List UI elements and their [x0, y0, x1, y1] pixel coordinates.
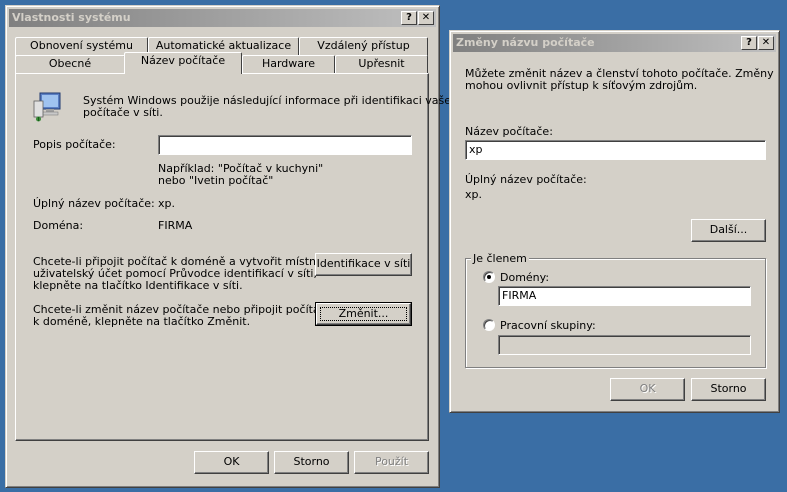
description-input[interactable] — [158, 135, 412, 155]
member-of-group: Je členem Domény: FIRMA Pracovní skupiny… — [465, 252, 766, 368]
system-properties-dialog: Vlastnosti systému ? ✕ Obnovení systému … — [5, 5, 465, 488]
computer-network-icon — [31, 89, 65, 123]
full-name-value: xp. — [158, 197, 175, 210]
domain-radio-label[interactable]: Domény: — [500, 271, 549, 284]
tab-advanced[interactable]: Upřesnit — [335, 55, 428, 74]
tab-hardware[interactable]: Hardware — [242, 55, 335, 74]
apply-button-label: Použít — [374, 455, 409, 468]
close-button[interactable]: ✕ — [758, 36, 774, 50]
tab-general[interactable]: Obecné — [15, 55, 125, 74]
wizard-text-line3: klepněte na tlačítko Identifikace v síti… — [33, 279, 243, 292]
title-bar[interactable]: Vlastnosti systému ? ✕ — [9, 9, 436, 27]
intro-text-line2: mohou ovlivnit přístup k síťovým zdrojům… — [465, 79, 698, 92]
network-id-button[interactable]: Identifikace v síti — [315, 253, 412, 276]
domain-input[interactable]: FIRMA — [498, 286, 751, 306]
full-name-value: xp. — [465, 188, 482, 201]
change-button[interactable]: Změnit... — [315, 302, 412, 326]
workgroup-radio[interactable] — [483, 319, 495, 331]
radio-selected-dot — [487, 275, 491, 279]
computer-name-label: Název počítače: — [465, 125, 553, 138]
network-id-button-label: Identifikace v síti — [316, 257, 411, 270]
more-button-label: Další... — [709, 223, 748, 236]
domain-radio[interactable] — [483, 271, 495, 283]
help-button[interactable]: ? — [741, 36, 757, 50]
cancel-button-label: Storno — [293, 455, 330, 468]
cancel-button-label: Storno — [710, 382, 747, 395]
intro-text-line2: počítače v síti. — [83, 106, 163, 119]
computer-name-changes-dialog: Změny názvu počítače ? ✕ Můžete změnit n… — [449, 30, 780, 413]
close-button[interactable]: ✕ — [418, 11, 434, 25]
focus-rect — [320, 307, 407, 321]
workgroup-input[interactable] — [498, 335, 751, 355]
title-bar[interactable]: Změny názvu počítače ? ✕ — [453, 34, 776, 52]
cancel-button[interactable]: Storno — [274, 451, 349, 474]
domain-label: Doména: — [33, 219, 84, 232]
workgroup-radio-label[interactable]: Pracovní skupiny: — [500, 319, 596, 332]
ok-button-label: OK — [223, 455, 240, 468]
rename-text-line2: k doméně, klepněte na tlačítko Změnit. — [33, 315, 251, 328]
dialog-title: Změny názvu počítače — [456, 36, 595, 49]
example-text-line2: nebo "Ivetin počítač" — [158, 174, 274, 187]
ok-button[interactable]: OK — [610, 378, 685, 401]
description-label: Popis počítače: — [33, 138, 116, 151]
help-button[interactable]: ? — [401, 11, 417, 25]
tab-panel-computer-name: Systém Windows použije následující infor… — [15, 73, 465, 441]
tab-remote-access[interactable]: Vzdálený přístup — [299, 37, 428, 56]
full-name-label: Úplný název počítače: — [465, 173, 587, 186]
cancel-button[interactable]: Storno — [691, 378, 766, 401]
dialog-title: Vlastnosti systému — [12, 11, 131, 24]
computer-name-input[interactable]: xp — [465, 140, 766, 160]
ok-button[interactable]: OK — [194, 451, 269, 474]
full-name-label: Úplný název počítače: — [33, 197, 155, 210]
domain-value: FIRMA — [158, 219, 193, 232]
ok-button-label: OK — [639, 382, 656, 395]
more-button[interactable]: Další... — [691, 219, 766, 242]
apply-button[interactable]: Použít — [354, 451, 429, 474]
member-of-legend: Je členem — [471, 252, 529, 265]
tab-computer-name[interactable]: Název počítače — [124, 52, 242, 74]
